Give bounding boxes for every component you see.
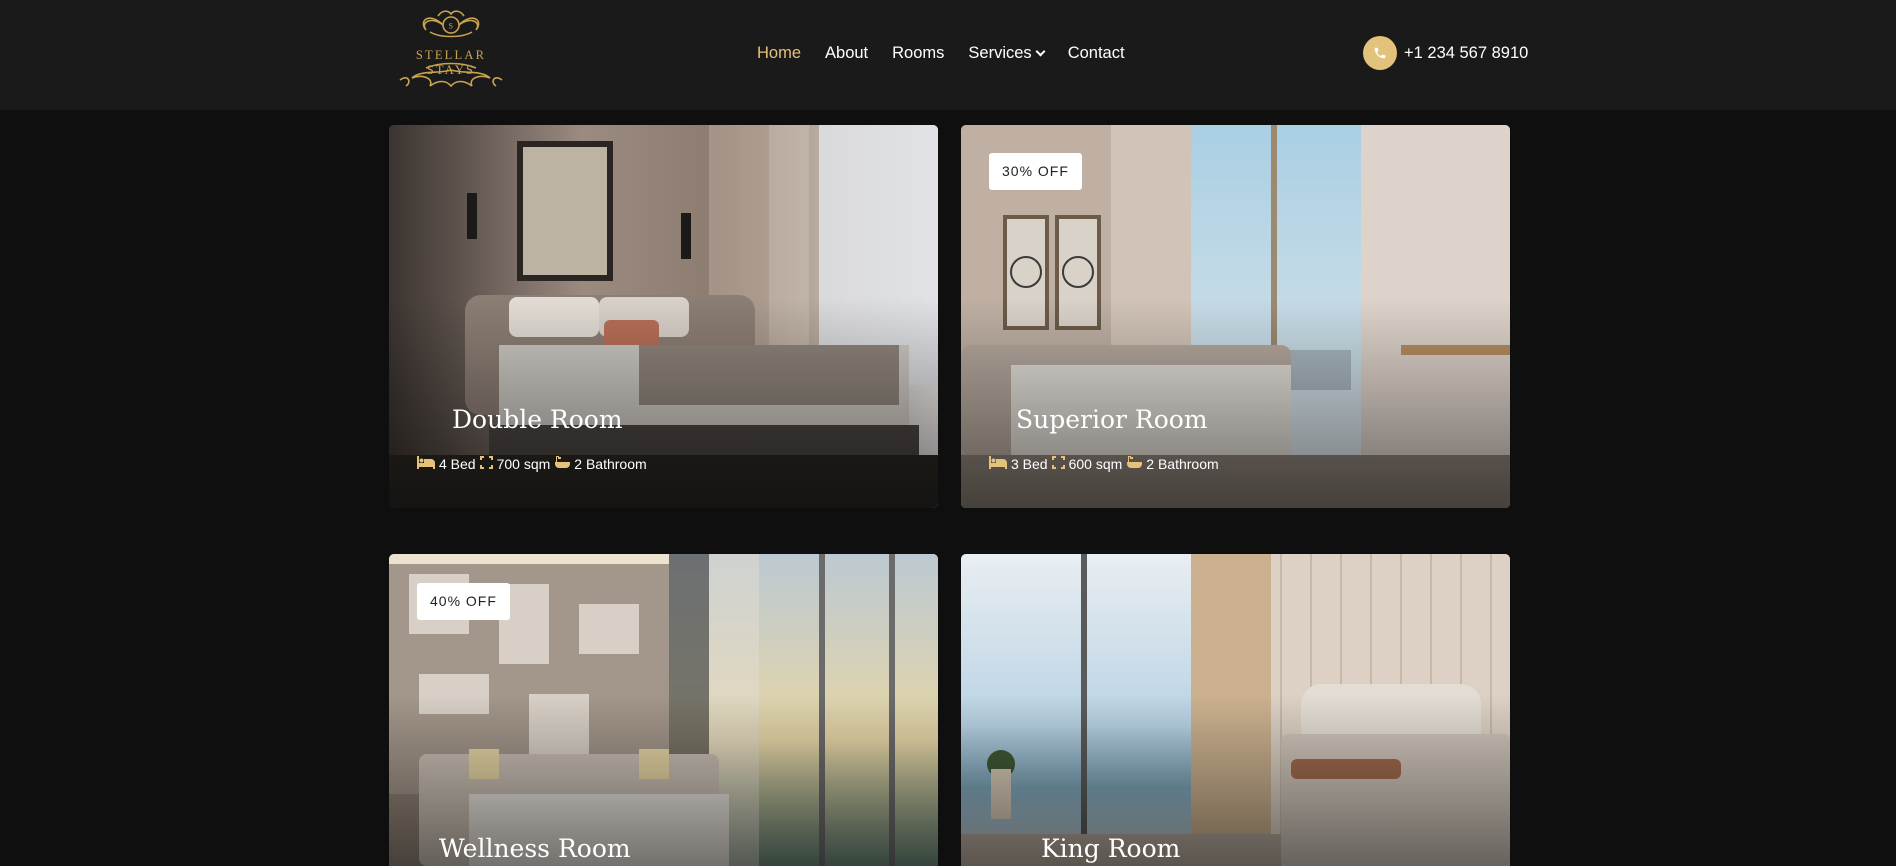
room-baths: 2 Bathroom — [574, 455, 647, 472]
phone-contact[interactable]: +1 234 567 8910 — [1363, 36, 1528, 70]
room-size: 700 sqm — [496, 455, 551, 472]
nav-home[interactable]: Home — [757, 44, 801, 63]
nav-contact[interactable]: Contact — [1068, 44, 1125, 63]
svg-text:S: S — [449, 22, 453, 31]
nav-about[interactable]: About — [825, 44, 868, 63]
room-card-wellness[interactable]: 40% OFF Wellness Room — [389, 554, 938, 866]
room-card-double[interactable]: Double Room 4 Bed 700 sqm 2 Bathroom — [389, 125, 938, 508]
brand-logo[interactable]: S STELLAR STAYS — [390, 8, 512, 96]
phone-icon — [1363, 36, 1397, 70]
brand-name: STELLAR STAYS — [415, 48, 487, 77]
nav-services[interactable]: Services — [968, 43, 1046, 63]
room-beds: 4 Bed — [439, 455, 476, 472]
discount-badge: 40% OFF — [417, 583, 510, 620]
room-card-superior[interactable]: 30% OFF Superior Room 3 Bed 600 sqm 2 Ba… — [961, 125, 1510, 508]
area-icon — [1051, 455, 1065, 472]
room-meta: 4 Bed 700 sqm 2 Bathroom — [417, 455, 647, 472]
nav-services-label: Services — [968, 43, 1032, 62]
chevron-down-icon — [1035, 46, 1046, 56]
bed-icon — [989, 455, 1007, 472]
main-nav: Home About Rooms Services Contact — [757, 42, 1149, 64]
room-title: Superior Room — [1016, 405, 1208, 434]
room-title: Double Room — [452, 405, 623, 434]
bed-icon — [417, 455, 435, 472]
bath-icon — [554, 455, 571, 472]
room-meta: 3 Bed 600 sqm 2 Bathroom — [989, 455, 1219, 472]
room-baths: 2 Bathroom — [1146, 455, 1219, 472]
room-card-king[interactable]: King Room — [961, 554, 1510, 866]
room-beds: 3 Bed — [1011, 455, 1048, 472]
phone-number: +1 234 567 8910 — [1404, 43, 1529, 62]
discount-badge: 30% OFF — [989, 153, 1082, 190]
room-title: Wellness Room — [439, 834, 631, 863]
room-title: King Room — [1041, 834, 1181, 863]
card-overlay — [961, 554, 1510, 866]
nav-rooms[interactable]: Rooms — [892, 44, 944, 63]
bath-icon — [1126, 455, 1143, 472]
room-size: 600 sqm — [1068, 455, 1123, 472]
area-icon — [479, 455, 493, 472]
site-header: S STELLAR STAYS Home About Rooms Service… — [0, 0, 1896, 110]
card-overlay — [389, 125, 938, 508]
